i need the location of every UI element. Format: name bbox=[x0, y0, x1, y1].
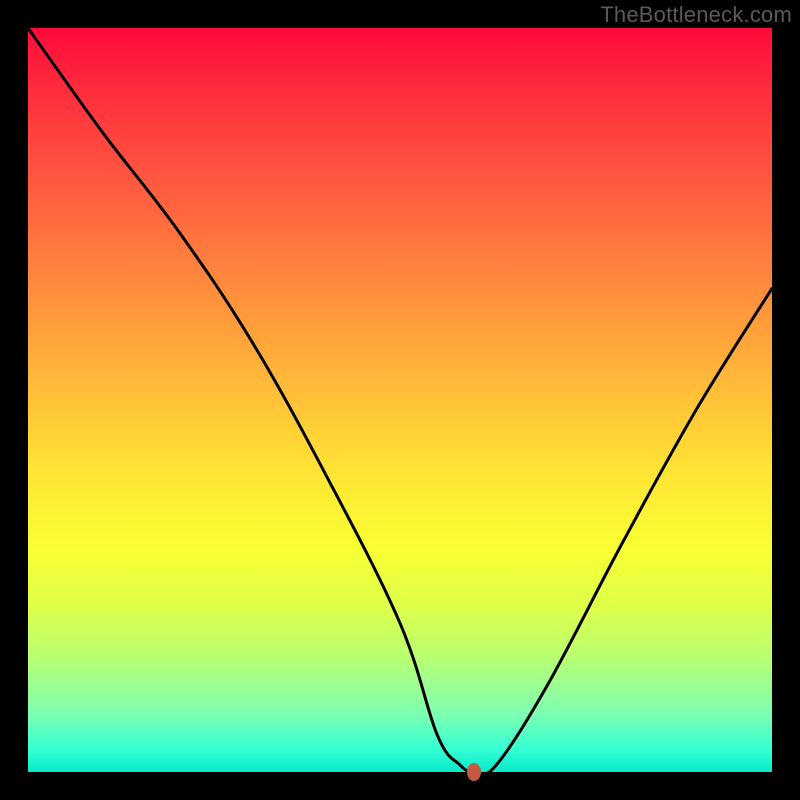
watermark-text: TheBottleneck.com bbox=[600, 2, 792, 28]
plot-area bbox=[28, 28, 772, 772]
bottleneck-curve bbox=[28, 28, 772, 772]
optimal-point-marker bbox=[467, 763, 481, 781]
chart-frame: TheBottleneck.com bbox=[0, 0, 800, 800]
